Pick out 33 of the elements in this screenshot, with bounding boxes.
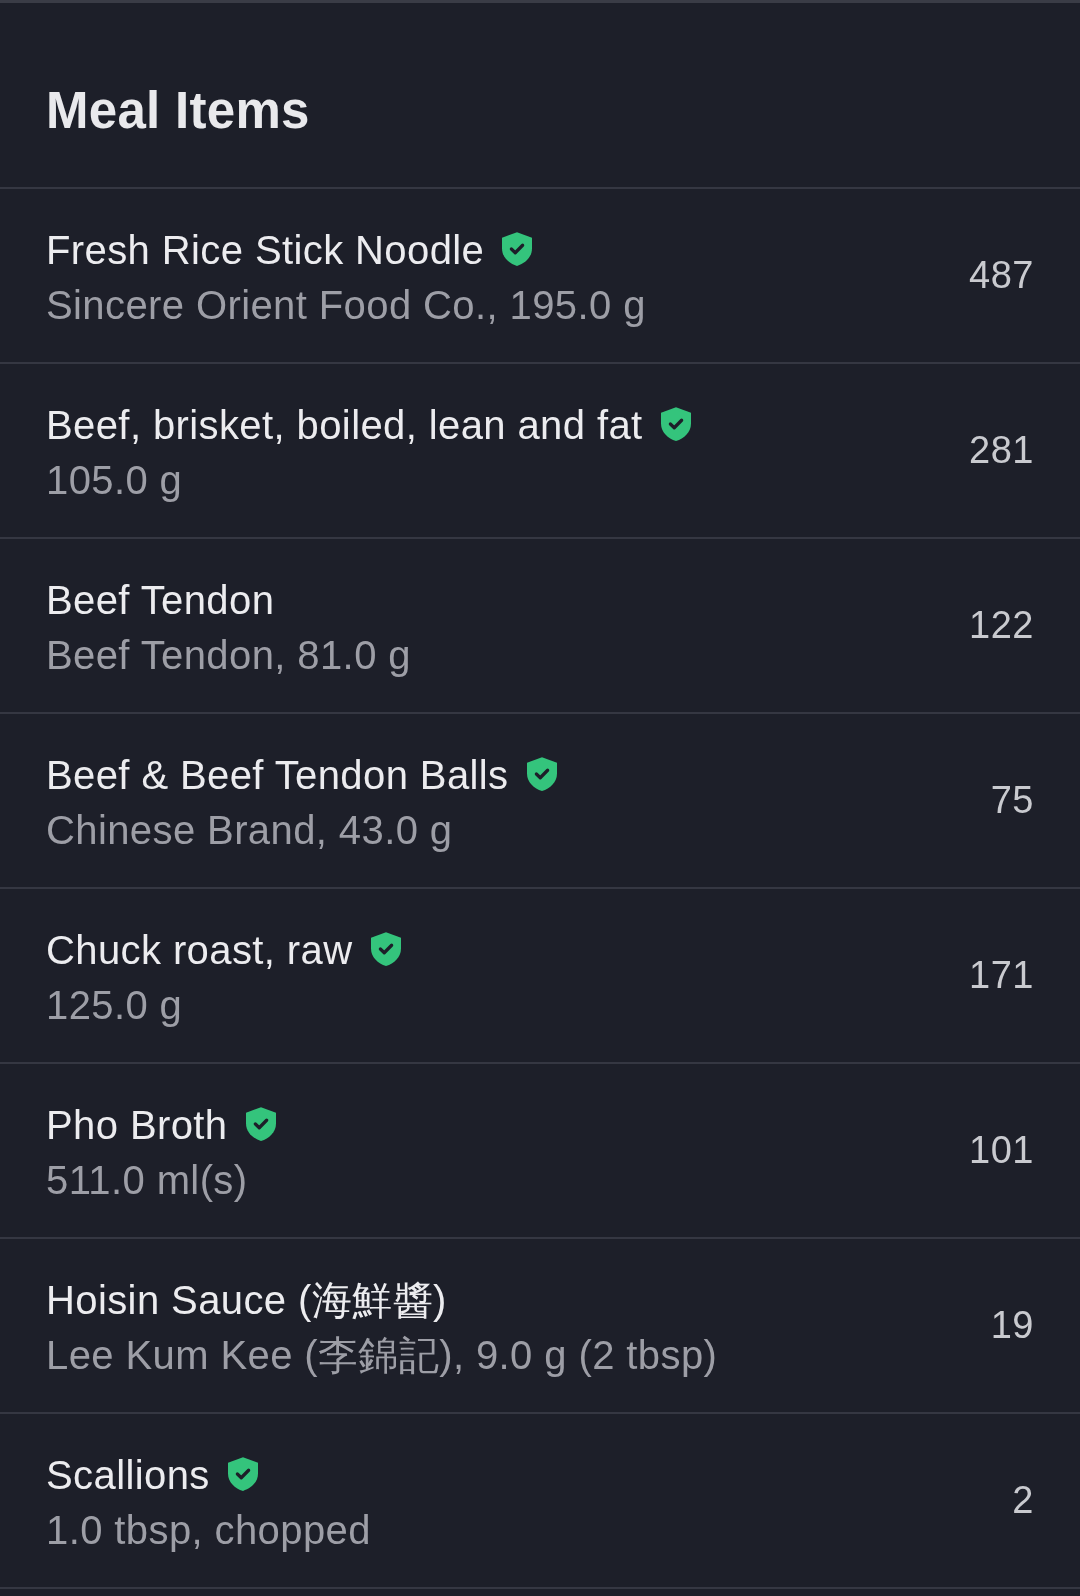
item-detail: 511.0 ml(s) — [46, 1156, 248, 1204]
calorie-count: 2 — [1012, 1479, 1034, 1522]
item-detail: Chinese Brand, 43.0 g — [46, 806, 453, 854]
meal-item[interactable]: Beef, brisket, boiled, lean and fat 105.0 g 281 — [0, 364, 1080, 539]
meal-item[interactable]: Hoisin Sauce (海鮮醬) Lee Kum Kee (李錦記), 9.0 g (2 tbsp) 19 — [0, 1239, 1080, 1414]
item-name: Beef Tendon — [46, 578, 275, 623]
item-detail: 1.0 tbsp, chopped — [46, 1506, 371, 1554]
calorie-count: 171 — [969, 954, 1034, 997]
item-detail: 105.0 g — [46, 456, 183, 504]
item-name: Beef & Beef Tendon Balls — [46, 753, 509, 798]
meal-item[interactable]: Scallions 1.0 tbsp, chopped 2 — [0, 1414, 1080, 1589]
item-name: Fresh Rice Stick Noodle — [46, 228, 485, 273]
item-name: Scallions — [46, 1453, 210, 1498]
item-detail: Beef Tendon, 81.0 g — [46, 631, 411, 679]
item-detail: Sincere Orient Food Co., 195.0 g — [46, 281, 646, 329]
item-detail: Lee Kum Kee (李錦記), 9.0 g (2 tbsp) — [46, 1331, 718, 1379]
item-name: Hoisin Sauce (海鮮醬) — [46, 1277, 447, 1324]
calorie-count: 281 — [969, 429, 1034, 472]
item-detail: 125.0 g — [46, 981, 183, 1029]
item-name: Beef, brisket, boiled, lean and fat — [46, 403, 643, 448]
calorie-count: 75 — [990, 779, 1034, 822]
meal-item[interactable]: Beef Tendon Beef Tendon, 81.0 g 122 — [0, 539, 1080, 714]
meal-item[interactable]: Pho Broth 511.0 ml(s) 101 — [0, 1064, 1080, 1239]
calorie-count: 487 — [969, 254, 1034, 297]
meal-item[interactable]: Chuck roast, raw 125.0 g 171 — [0, 889, 1080, 1064]
calorie-count: 101 — [969, 1129, 1034, 1172]
section-title: Meal Items — [46, 80, 310, 140]
item-name: Chuck roast, raw — [46, 928, 353, 973]
meal-item[interactable]: Fresh Rice Stick Noodle Sincere Orient Food Co., 195.0 g 487 — [0, 189, 1080, 364]
item-name: Pho Broth — [46, 1103, 228, 1148]
meal-item[interactable]: Beef & Beef Tendon Balls Chinese Brand, 43.0 g 75 — [0, 714, 1080, 889]
calorie-count: 122 — [969, 604, 1034, 647]
calorie-count: 19 — [990, 1304, 1034, 1347]
